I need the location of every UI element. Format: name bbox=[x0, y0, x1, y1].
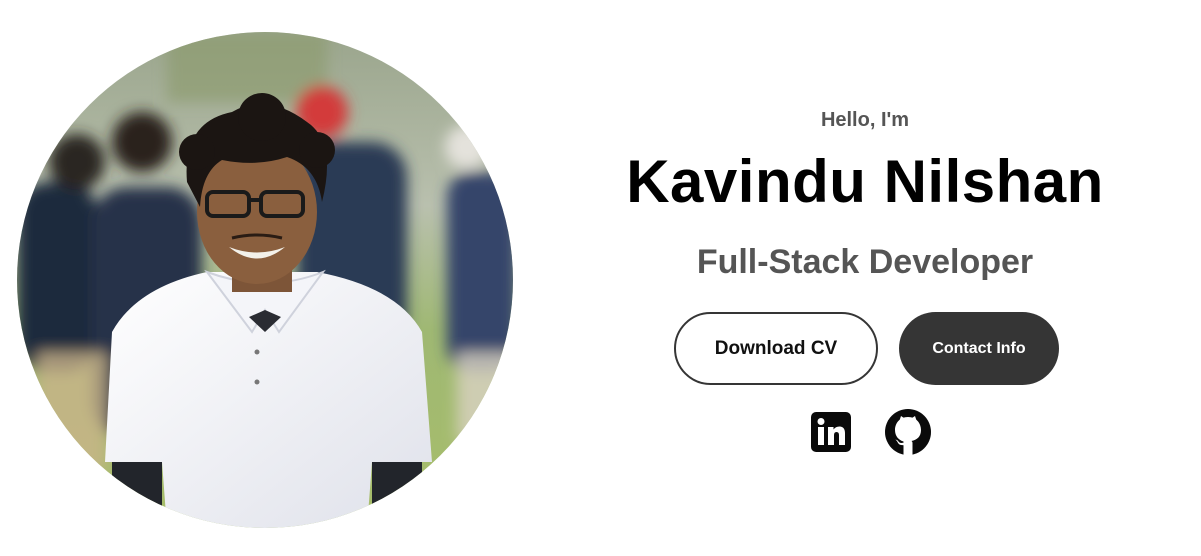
github-icon[interactable] bbox=[885, 409, 931, 455]
developer-name: Kavindu Nilshan bbox=[626, 148, 1104, 215]
greeting-text: Hello, I'm bbox=[820, 109, 910, 131]
action-buttons: Download CV Contact Info bbox=[674, 312, 1059, 385]
profile-photo bbox=[17, 32, 513, 528]
hero-section: Hello, I'm Kavindu Nilshan Full-Stack De… bbox=[0, 0, 1201, 556]
download-cv-button[interactable]: Download CV bbox=[674, 312, 878, 385]
linkedin-icon[interactable] bbox=[811, 409, 857, 455]
contact-info-button[interactable]: Contact Info bbox=[899, 312, 1059, 385]
social-links bbox=[811, 409, 931, 455]
developer-role: Full-Stack Developer bbox=[696, 243, 1034, 281]
